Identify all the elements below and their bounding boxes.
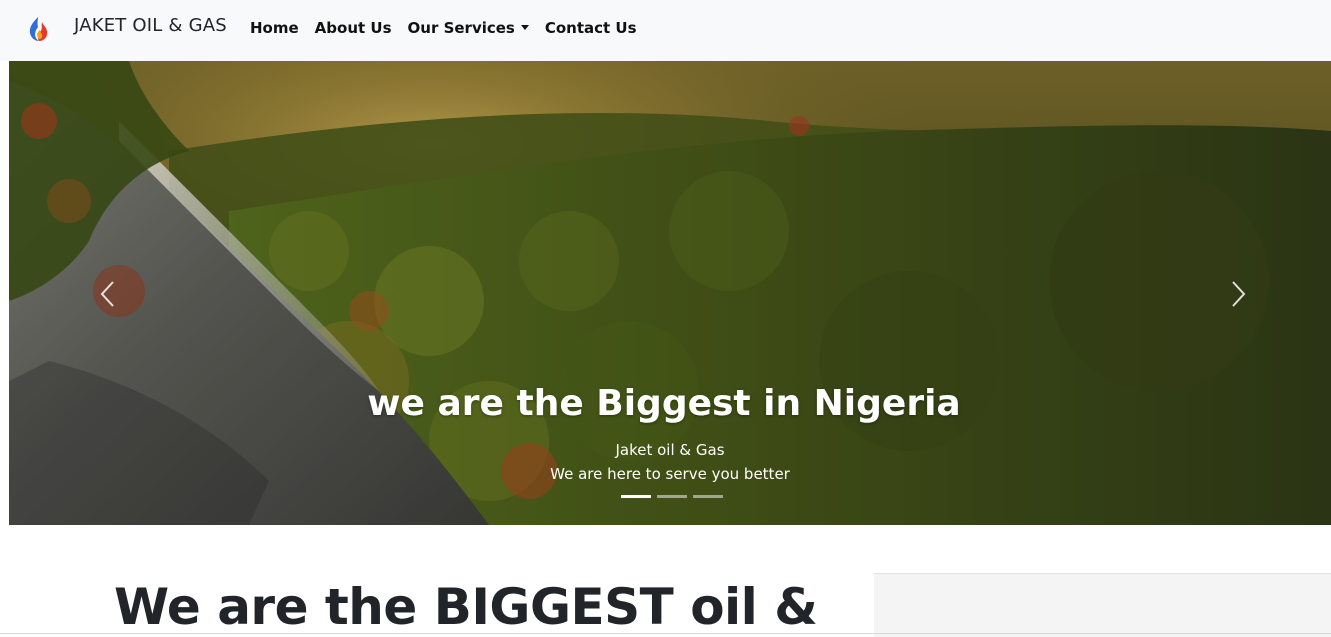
nav-our-services-label: Our Services [407, 19, 515, 37]
carousel-indicator-3[interactable] [693, 495, 723, 498]
carousel-indicator-1[interactable] [621, 495, 651, 498]
nav-our-services[interactable]: Our Services [408, 19, 529, 37]
caret-down-icon [520, 25, 529, 30]
hero-carousel: we are the Biggest in Nigeria Jaket oil … [9, 61, 1331, 525]
chevron-left-icon [100, 281, 114, 307]
carousel-indicators [621, 495, 729, 498]
main-heading: We are the BIGGEST oil & [114, 578, 818, 636]
nav-contact-us[interactable]: Contact Us [545, 19, 637, 37]
carousel-caption-tagline: We are here to serve you better [550, 465, 790, 483]
carousel-prev-button[interactable] [97, 279, 121, 309]
chevron-right-icon [1232, 281, 1246, 307]
carousel-caption-title: we are the Biggest in Nigeria [367, 383, 961, 424]
carousel-next-button[interactable] [1225, 279, 1249, 309]
brand-name[interactable]: JAKET OIL & GAS [74, 15, 227, 36]
carousel-caption-subtitle: Jaket oil & Gas [615, 441, 725, 459]
nav-home[interactable]: Home [250, 19, 299, 37]
nav-about-us[interactable]: About Us [315, 19, 392, 37]
side-panel [874, 573, 1331, 637]
divider [0, 633, 1331, 634]
main-nav: Home About Us Our Services Contact Us [250, 19, 653, 37]
navbar: JAKET OIL & GAS Home About Us Our Servic… [0, 0, 1331, 61]
carousel-indicator-2[interactable] [657, 495, 687, 498]
flame-icon[interactable] [26, 16, 50, 42]
